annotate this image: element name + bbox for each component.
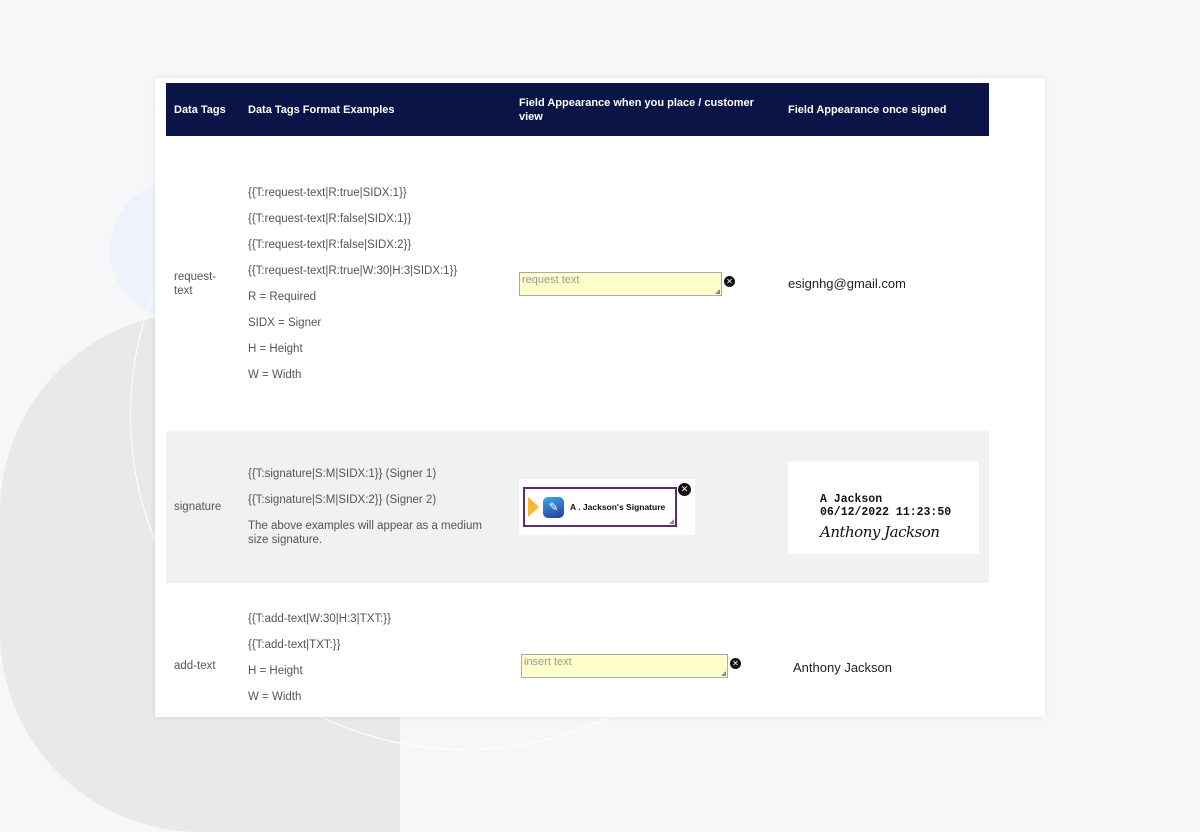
format-line: SIDX = Signer: [248, 316, 322, 329]
format-line: The above examples will appear as a medi…: [248, 520, 482, 546]
request-text-field[interactable]: request text: [519, 271, 722, 296]
field-preview-cell: ✎ A . Jackson's Signature ✕: [511, 431, 780, 583]
close-icon[interactable]: ✕: [730, 658, 741, 669]
resize-handle-icon[interactable]: [721, 671, 726, 676]
tag-name: add-text: [174, 660, 216, 672]
signer-name: A Jackson: [820, 492, 883, 506]
format-line: {{T:signature|S:M|SIDX:2}} (Signer 2): [248, 494, 437, 506]
format-line: H = Height: [248, 665, 303, 677]
request-text-field-preview: request text ✕: [519, 271, 772, 296]
tag-name: signature: [174, 501, 222, 513]
header-field-appearance-place: Field Appearance when you place / custom…: [519, 96, 754, 123]
signed-value: esignhg@gmail.com: [788, 276, 906, 291]
signed-cell: A Jackson 06/12/2022 11:23:50 Anthony Ja…: [780, 431, 989, 583]
format-cell: {{T:signature|S:M|SIDX:1}} (Signer 1) {{…: [240, 431, 511, 583]
arrow-right-icon: [528, 497, 539, 517]
format-line: W = Width: [248, 691, 302, 703]
add-text-field-preview: insert text ✕: [521, 654, 772, 678]
format-cell: {{T:request-text|R:true|SIDX:1}} {{T:req…: [240, 136, 511, 431]
header-field-appearance-signed: Field Appearance once signed: [788, 103, 947, 116]
format-line: {{T:signature|S:M|SIDX:1}} (Signer 1): [248, 468, 437, 480]
signed-value: Anthony Jackson: [793, 660, 893, 675]
add-text-field[interactable]: insert text: [521, 654, 728, 678]
format-cell: {{T:add-text|W:30|H:3|TXT:}} {{T:add-tex…: [240, 583, 511, 717]
tag-cell: add-text: [166, 583, 240, 717]
signed-timestamp: 06/12/2022 11:23:50: [820, 505, 952, 519]
signature-field-label: A . Jackson's Signature: [570, 502, 666, 512]
header-format-examples: Data Tags Format Examples: [248, 103, 395, 116]
format-line: {{T:request-text|R:false|SIDX:1}}: [248, 212, 412, 225]
table-row: add-text {{T:add-text|W:30|H:3|TXT:}} {{…: [166, 583, 989, 717]
signed-cell: Anthony Jackson: [780, 583, 989, 717]
signed-cell: esignhg@gmail.com: [780, 136, 989, 431]
format-line: {{T:request-text|R:true|SIDX:1}}: [248, 186, 407, 199]
field-placeholder: insert text: [524, 656, 572, 668]
signed-signature-image: A Jackson 06/12/2022 11:23:50 Anthony Ja…: [788, 460, 979, 554]
table-header-row: Data Tags Data Tags Format Examples Fiel…: [166, 83, 989, 136]
tag-name: request-text: [174, 270, 217, 297]
close-icon[interactable]: ✕: [724, 275, 735, 287]
format-line: {{T:add-text|TXT:}}: [248, 639, 341, 651]
tag-cell: request-text: [166, 136, 240, 431]
tag-cell: signature: [166, 431, 240, 583]
field-placeholder: request text: [522, 273, 580, 286]
handwritten-signature: Anthony Jackson: [820, 522, 940, 541]
format-line: {{T:add-text|W:30|H:3|TXT:}}: [248, 613, 391, 625]
field-preview-cell: request text ✕: [511, 136, 780, 431]
resize-handle-icon[interactable]: [715, 288, 720, 294]
data-tags-card: Data Tags Data Tags Format Examples Fiel…: [155, 78, 1045, 717]
field-preview-cell: insert text ✕: [511, 583, 780, 717]
format-line: {{T:request-text|R:true|W:30|H:3|SIDX:1}…: [248, 264, 458, 277]
header-data-tags: Data Tags: [174, 103, 226, 116]
table-row: request-text {{T:request-text|R:true|SID…: [166, 136, 989, 431]
close-icon[interactable]: ✕: [678, 483, 691, 496]
format-line: R = Required: [248, 290, 317, 303]
signature-field[interactable]: ✎ A . Jackson's Signature: [523, 487, 677, 527]
signature-logo-icon: ✎: [543, 496, 564, 518]
format-line: H = Height: [248, 342, 303, 355]
signature-field-preview: ✎ A . Jackson's Signature ✕: [519, 479, 695, 535]
format-line: {{T:request-text|R:false|SIDX:2}}: [248, 238, 412, 251]
data-tags-table: Data Tags Data Tags Format Examples Fiel…: [166, 83, 989, 717]
table-row: signature {{T:signature|S:M|SIDX:1}} (Si…: [166, 431, 989, 583]
resize-handle-icon[interactable]: [669, 519, 674, 524]
format-line: W = Width: [248, 368, 302, 381]
